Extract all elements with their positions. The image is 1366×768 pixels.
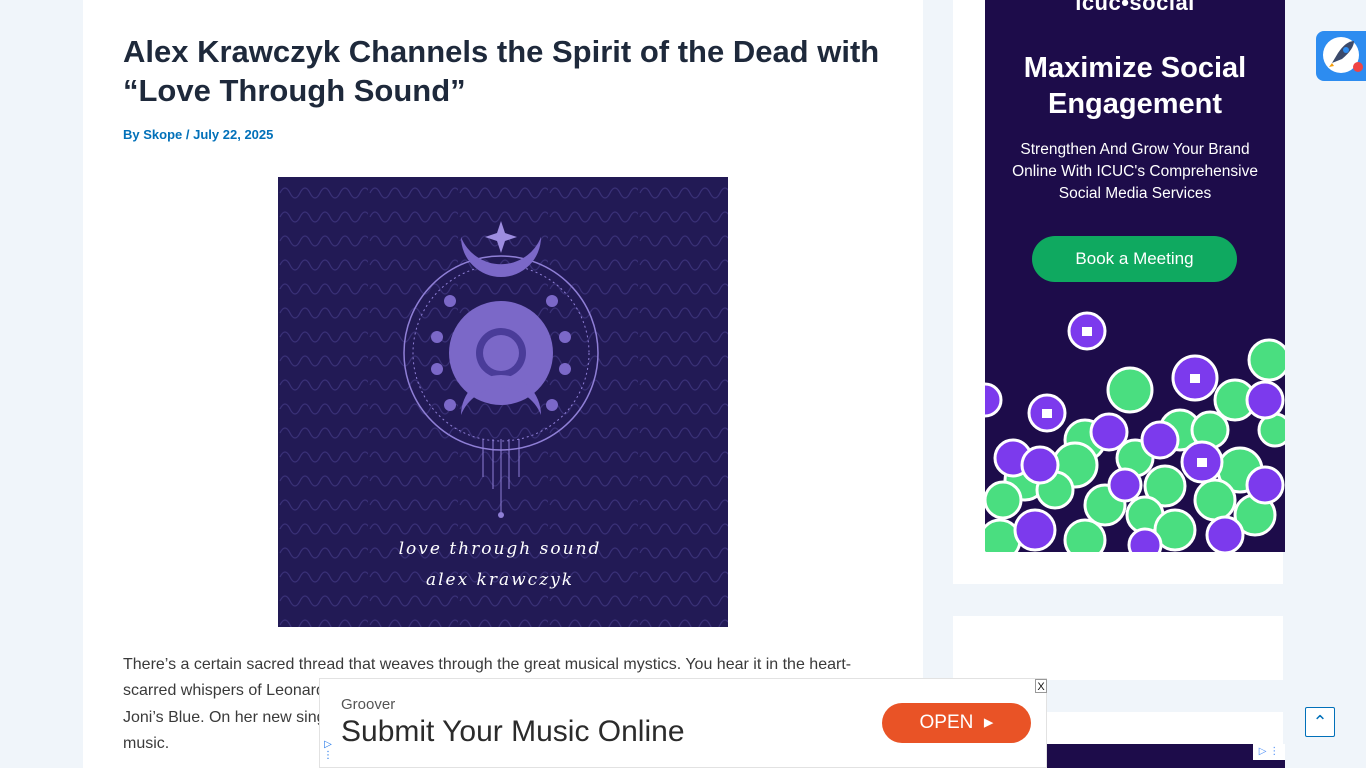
cover-art: love through sound alex krawczyk: [278, 177, 728, 627]
chevron-up-icon: ⌃: [1312, 712, 1328, 732]
book-meeting-button[interactable]: Book a Meeting: [1032, 236, 1237, 282]
post-date: July 22, 2025: [193, 127, 274, 142]
ad-headline: Maximize Social Engagement: [1023, 52, 1247, 120]
play-arrow-icon: ▸: [978, 712, 994, 733]
cover-artist-text: alex krawczyk: [426, 570, 574, 590]
icuc-social-ad[interactable]: icuc•social Maximize Social Engagement S…: [985, 0, 1285, 552]
meta-separator: /: [185, 127, 190, 142]
ad-brand: Groover: [341, 696, 396, 713]
notification-dot: [1353, 62, 1363, 72]
rocket-icon: [1323, 37, 1359, 73]
scroll-to-top-button[interactable]: ⌃: [1305, 707, 1335, 737]
article-card: Alex Krawczyk Channels the Spirit of the…: [83, 0, 923, 768]
album-cover-image: love through sound alex krawczyk: [278, 177, 728, 627]
ad-headline: Submit Your Music Online: [341, 715, 685, 748]
rocket-launcher-button[interactable]: [1316, 31, 1366, 81]
author-link[interactable]: Skope: [143, 127, 182, 142]
ad-choices-icon[interactable]: ▷ ⋮: [1253, 744, 1285, 760]
close-ad-button[interactable]: X: [1035, 679, 1047, 693]
article-title: Alex Krawczyk Channels the Spirit of the…: [123, 34, 880, 108]
ad-open-label: OPEN: [919, 712, 974, 733]
sidebar-widget-empty: [953, 616, 1283, 680]
ad-open-button[interactable]: OPEN ▸: [882, 703, 1031, 743]
sidebar-ad-2[interactable]: ▷ ⋮: [1047, 744, 1285, 768]
ad-subtext: Strengthen And Grow Your Brand Online Wi…: [1012, 141, 1258, 202]
icuc-logo: icuc•social: [1075, 0, 1195, 15]
article-meta: By Skope / July 22, 2025: [123, 127, 273, 142]
ad-info-icon[interactable]: ▷ ⋮: [323, 739, 333, 765]
bottom-banner-ad[interactable]: X Groover Submit Your Music Online OPEN …: [319, 678, 1047, 768]
cover-title-text: love through sound: [399, 539, 602, 559]
by-label: By: [123, 127, 140, 142]
reaction-icons-illustration: [985, 311, 1285, 552]
